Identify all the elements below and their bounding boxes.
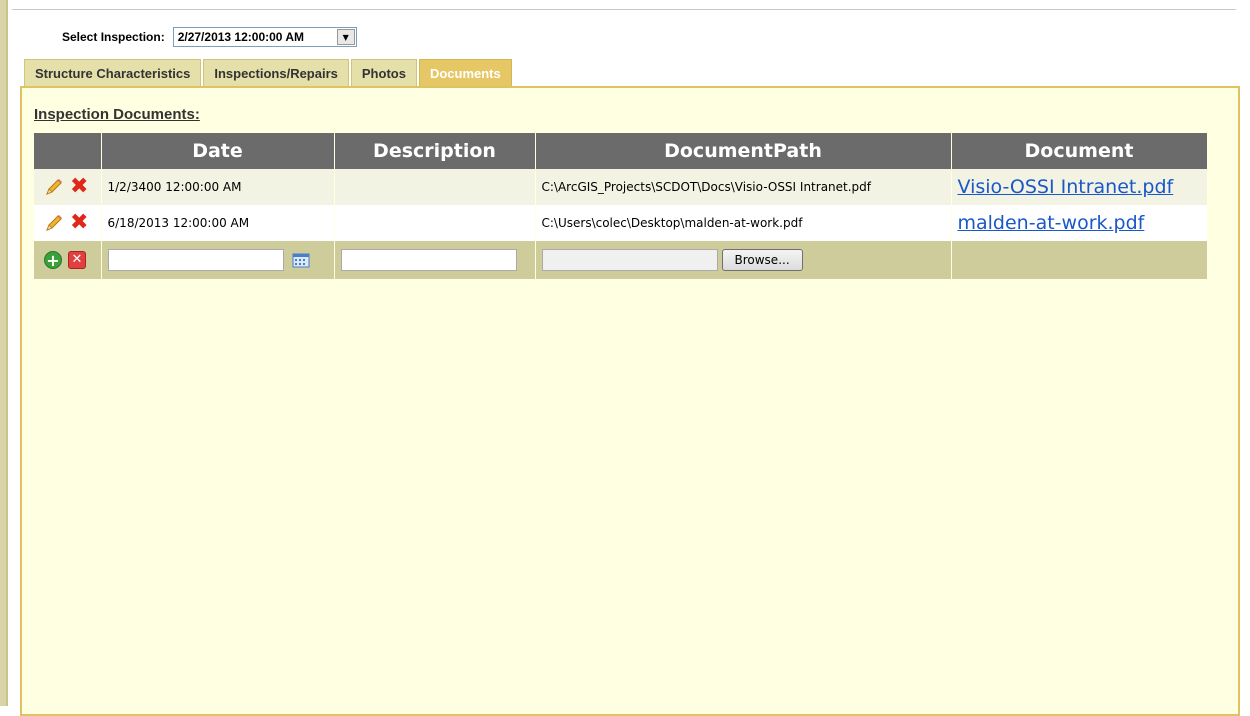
tab-strip: Structure Characteristics Inspections/Re… bbox=[24, 59, 514, 86]
cell-document: Visio-OSSI Intranet.pdf bbox=[951, 169, 1208, 205]
add-date-cell bbox=[101, 241, 335, 279]
document-link[interactable]: Visio-OSSI Intranet.pdf bbox=[958, 176, 1174, 198]
cell-document: malden-at-work.pdf bbox=[951, 205, 1208, 241]
file-path-input[interactable] bbox=[541, 249, 718, 271]
browse-button[interactable]: Browse... bbox=[721, 249, 803, 271]
tab-structure-characteristics[interactable]: Structure Characteristics bbox=[24, 59, 202, 86]
grid-header-row: Date Description DocumentPath Document bbox=[34, 133, 1208, 169]
header-document-path[interactable]: DocumentPath bbox=[535, 133, 952, 169]
document-link[interactable]: malden-at-work.pdf bbox=[958, 212, 1145, 234]
tab-photos[interactable]: Photos bbox=[350, 59, 417, 86]
top-divider bbox=[12, 9, 1236, 10]
pencil-icon[interactable] bbox=[44, 213, 64, 233]
pencil-icon[interactable] bbox=[44, 177, 64, 197]
documents-panel: Inspection Documents: Date Description D… bbox=[20, 86, 1240, 716]
cell-date: 1/2/3400 12:00:00 AM bbox=[101, 169, 335, 205]
add-document-cell bbox=[951, 241, 1208, 279]
select-inspection-dropdown[interactable]: 2/27/2013 12:00:00 AM ▼ bbox=[172, 27, 357, 47]
header-actions bbox=[34, 133, 102, 169]
section-title: Inspection Documents: bbox=[34, 106, 200, 123]
table-row: ✖ 6/18/2013 12:00:00 AM C:\Users\colec\D… bbox=[34, 205, 1208, 241]
add-path-cell: Browse... bbox=[535, 241, 952, 279]
row-actions: ✖ bbox=[34, 205, 102, 241]
tab-inspections-repairs[interactable]: Inspections/Repairs bbox=[203, 59, 349, 86]
delete-icon[interactable]: ✖ bbox=[70, 212, 88, 234]
description-input[interactable] bbox=[340, 249, 517, 271]
cell-document-path: C:\Users\colec\Desktop\malden-at-work.pd… bbox=[535, 205, 952, 241]
cancel-icon[interactable]: ✕ bbox=[68, 251, 86, 269]
delete-icon[interactable]: ✖ bbox=[70, 176, 88, 198]
header-description[interactable]: Description bbox=[334, 133, 536, 169]
header-document[interactable]: Document bbox=[951, 133, 1208, 169]
tab-documents[interactable]: Documents bbox=[418, 59, 512, 86]
cell-description bbox=[334, 205, 536, 241]
add-description-cell bbox=[334, 241, 536, 279]
cell-date: 6/18/2013 12:00:00 AM bbox=[101, 205, 335, 241]
add-row-actions: + ✕ bbox=[34, 241, 102, 279]
add-icon[interactable]: + bbox=[44, 251, 62, 269]
left-frame-bar bbox=[0, 0, 8, 706]
cell-document-path: C:\ArcGIS_Projects\SCDOT\Docs\Visio-OSSI… bbox=[535, 169, 952, 205]
row-actions: ✖ bbox=[34, 169, 102, 205]
cell-description bbox=[334, 169, 536, 205]
table-row: ✖ 1/2/3400 12:00:00 AM C:\ArcGIS_Project… bbox=[34, 169, 1208, 205]
select-inspection-label: Select Inspection: bbox=[62, 30, 165, 44]
select-inspection-row: Select Inspection: 2/27/2013 12:00:00 AM… bbox=[62, 27, 357, 47]
select-inspection-value: 2/27/2013 12:00:00 AM bbox=[177, 30, 305, 44]
documents-grid: Date Description DocumentPath Document ✖ bbox=[34, 133, 1208, 279]
add-row: + ✕ Browse... bbox=[34, 241, 1208, 279]
header-date[interactable]: Date bbox=[101, 133, 335, 169]
calendar-icon[interactable] bbox=[292, 252, 310, 268]
date-input[interactable] bbox=[107, 249, 284, 271]
chevron-down-icon[interactable]: ▼ bbox=[336, 29, 355, 45]
